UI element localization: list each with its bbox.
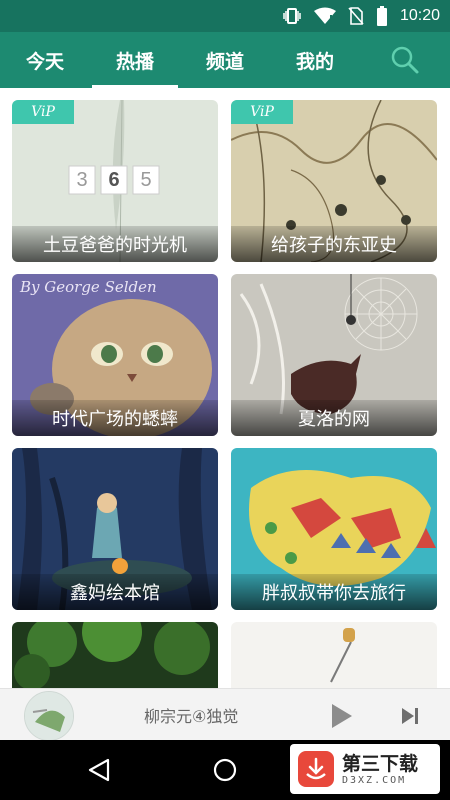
album-card[interactable]: 3 6 5 ViP 土豆爸爸的时光机 — [12, 100, 218, 262]
album-grid: 3 6 5 ViP 土豆爸爸的时光机 ViP 给孩子的东亚史 By George… — [0, 88, 450, 688]
album-title: 夏洛的网 — [231, 400, 437, 436]
tab-today[interactable]: 今天 — [0, 32, 90, 88]
tab-mine[interactable]: 我的 — [270, 32, 360, 88]
wifi-icon — [313, 7, 336, 24]
skip-next-icon[interactable] — [398, 704, 422, 728]
tab-label: 频道 — [205, 50, 244, 73]
album-card[interactable]: 鑫妈绘本馆 — [12, 448, 218, 610]
vibrate-icon — [283, 8, 301, 24]
cover-text: By George Selden — [20, 278, 157, 296]
album-card[interactable] — [231, 622, 437, 688]
watermark-url: D3XZ.COM — [342, 774, 407, 786]
now-playing-cover[interactable] — [24, 691, 74, 741]
counter-digit: 6 — [108, 168, 120, 191]
album-title: 胖叔叔带你去旅行 — [231, 574, 437, 610]
watermark-logo: 第三下载 D3XZ.COM — [290, 744, 440, 794]
counter-digit: 5 — [140, 168, 152, 191]
vip-badge: ViP — [231, 100, 293, 124]
tab-label: 热播 — [115, 50, 154, 73]
battery-icon — [376, 6, 387, 26]
home-circle-icon[interactable] — [211, 756, 239, 784]
tab-label: 今天 — [25, 50, 64, 73]
status-time: 10:20 — [399, 7, 440, 24]
no-sim-icon — [348, 7, 364, 25]
search-button[interactable] — [360, 32, 450, 88]
album-title: 鑫妈绘本馆 — [12, 574, 218, 610]
album-card[interactable]: By George Selden 时代广场的蟋蟀 — [12, 274, 218, 436]
vip-badge: ViP — [12, 100, 74, 124]
download-icon — [298, 751, 334, 787]
tab-channels[interactable]: 频道 — [180, 32, 270, 88]
album-title: 土豆爸爸的时光机 — [12, 226, 218, 262]
search-icon — [391, 46, 419, 74]
album-card[interactable] — [12, 622, 218, 688]
cover-art-icon — [25, 692, 73, 740]
watermark-title: 第三下载 — [342, 752, 419, 775]
album-title: 时代广场的蟋蟀 — [12, 400, 218, 436]
tab-label: 我的 — [295, 50, 334, 73]
top-tab-bar: 今天 热播 频道 我的 — [0, 32, 450, 88]
tab-hot[interactable]: 热播 — [90, 32, 180, 88]
back-triangle-icon[interactable] — [86, 756, 114, 784]
album-cover — [12, 622, 218, 688]
play-icon[interactable] — [326, 701, 356, 731]
album-title: 给孩子的东亚史 — [231, 226, 437, 262]
album-card[interactable]: 夏洛的网 — [231, 274, 437, 436]
mini-player[interactable]: 柳宗元④独觉 — [0, 688, 450, 741]
album-card[interactable]: 胖叔叔带你去旅行 — [231, 448, 437, 610]
counter-digit: 3 — [76, 168, 88, 191]
album-cover — [231, 622, 437, 688]
now-playing-title: 柳宗元④独觉 — [144, 707, 239, 726]
album-card[interactable]: ViP 给孩子的东亚史 — [231, 100, 437, 262]
status-bar: 10:20 — [0, 0, 450, 32]
